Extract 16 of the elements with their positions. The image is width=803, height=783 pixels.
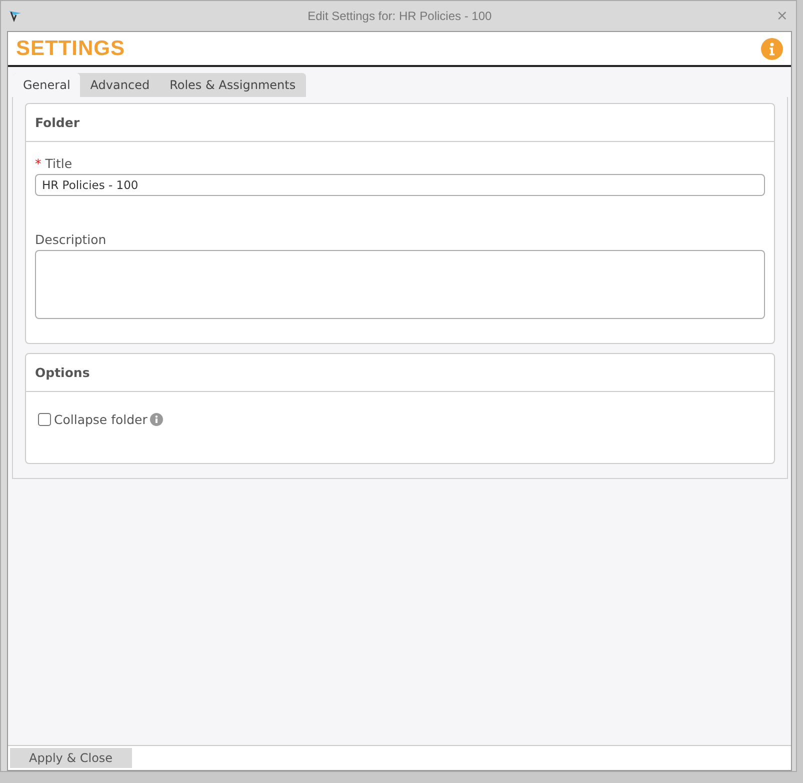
description-input[interactable] [35, 250, 765, 319]
checkbox[interactable] [38, 413, 51, 426]
info-icon[interactable] [761, 38, 783, 60]
section-heading: Folder [26, 104, 774, 142]
field-label: Description [35, 232, 108, 247]
section-heading: Options [26, 354, 774, 392]
required-asterisk: * [35, 156, 42, 171]
field-label: * Title [35, 156, 74, 171]
tab[interactable]: General [13, 73, 80, 97]
checkbox-label: Collapse folder [54, 412, 148, 427]
window-title: Edit Settings for: HR Policies - 100 [306, 9, 493, 23]
settings-heading: SETTINGS [16, 36, 126, 60]
apply-close-button[interactable]: Apply & Close [10, 748, 132, 768]
app-logo-icon [7, 8, 23, 24]
title-input[interactable]: HR Policies - 100 [35, 174, 765, 196]
info-icon[interactable] [150, 413, 164, 426]
